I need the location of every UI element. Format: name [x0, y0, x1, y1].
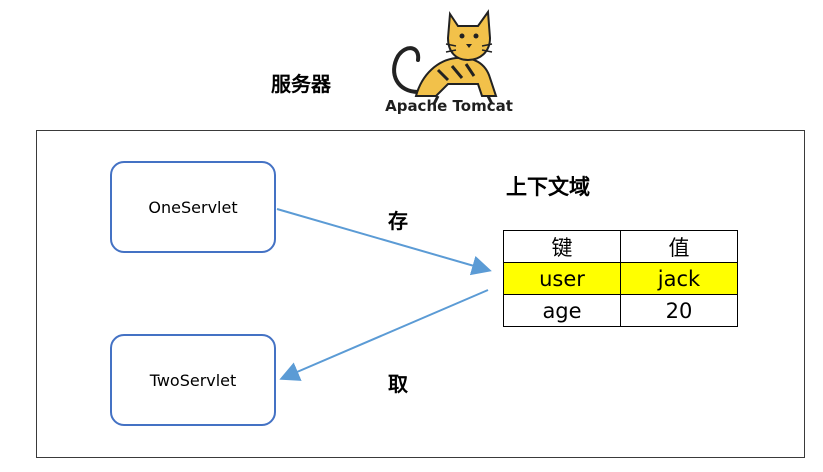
row-key: age: [503, 294, 621, 327]
row-key: user: [503, 262, 621, 295]
row-value: 20: [620, 294, 738, 327]
context-table: 键 值 user jack age 20: [503, 230, 738, 327]
two-servlet-label: TwoServlet: [149, 370, 237, 390]
tomcat-logo-text: Apache Tomcat: [385, 97, 513, 115]
one-servlet-box: OneServlet: [110, 161, 276, 253]
row-value: jack: [620, 262, 738, 295]
store-label: 存: [388, 209, 408, 233]
fetch-label: 取: [388, 372, 408, 396]
table-row: user jack: [503, 262, 738, 295]
one-servlet-label: OneServlet: [148, 197, 238, 217]
key-header: 键: [503, 230, 621, 263]
table-header-row: 键 值: [503, 230, 738, 263]
value-header: 值: [620, 230, 738, 263]
server-label: 服务器: [271, 72, 331, 96]
table-row: age 20: [503, 294, 738, 327]
two-servlet-box: TwoServlet: [110, 334, 276, 426]
context-title: 上下文域: [506, 175, 590, 199]
